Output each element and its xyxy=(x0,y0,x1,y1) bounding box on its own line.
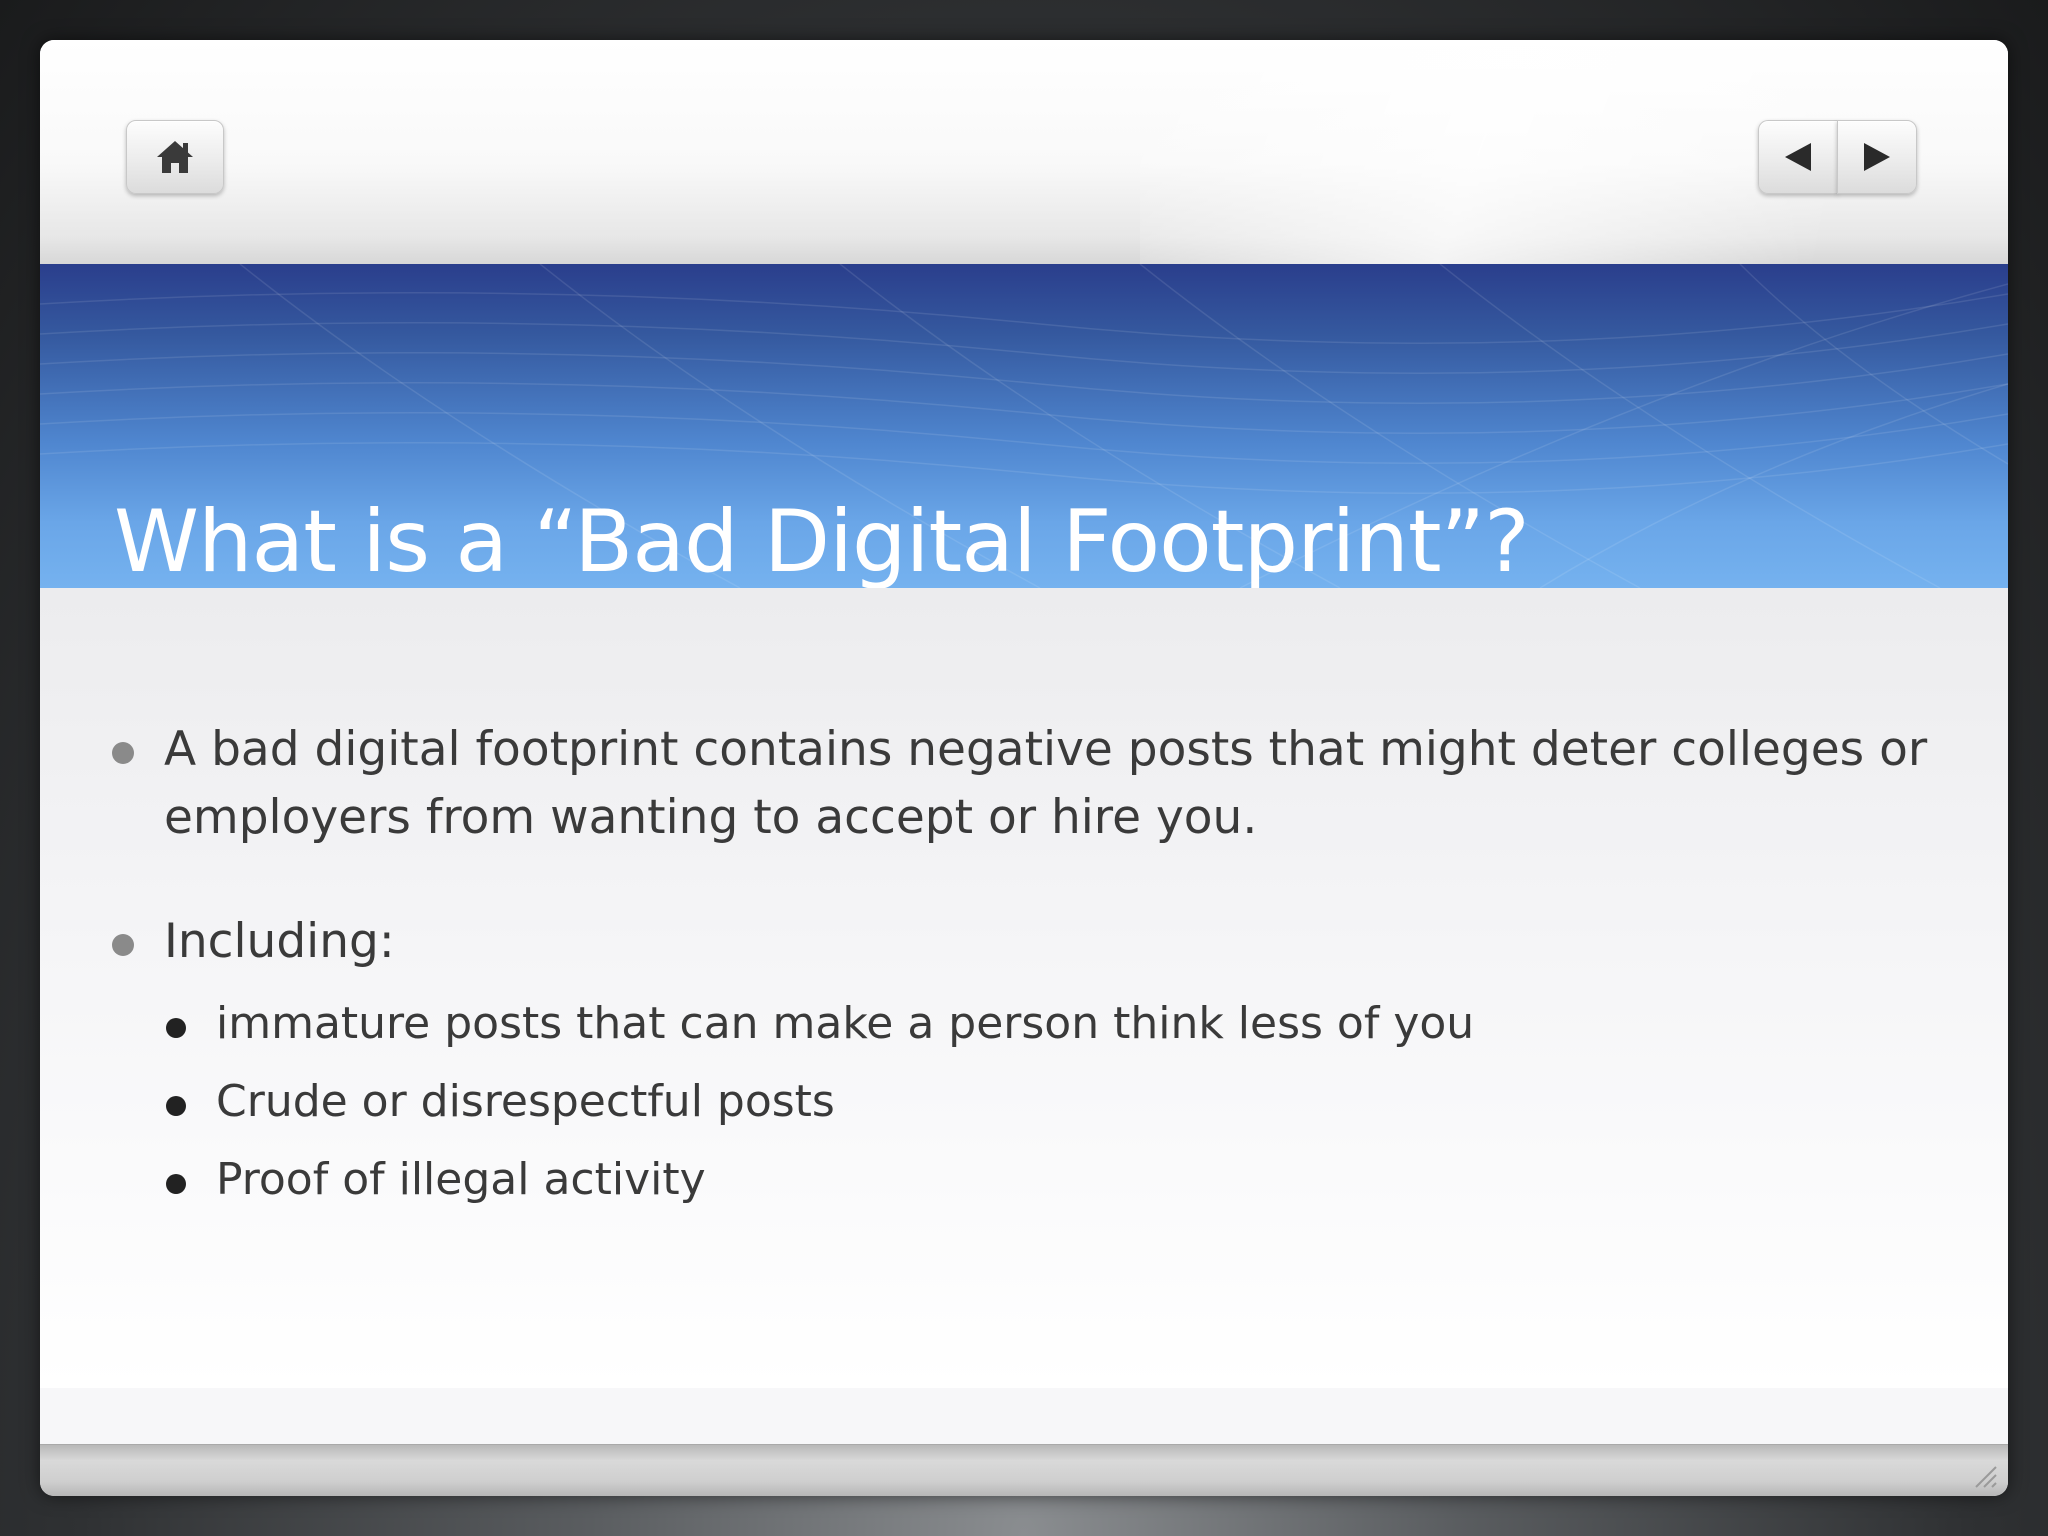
bullet-dot-icon xyxy=(112,742,134,764)
bullet-dot-icon xyxy=(166,1018,186,1038)
sub-bullet-text: immature posts that can make a person th… xyxy=(216,998,1475,1049)
sub-bullet-text: Proof of illegal activity xyxy=(216,1154,706,1205)
sub-bullet-item: Proof of illegal activity xyxy=(166,1150,1916,1210)
slide-content: A bad digital footprint contains negativ… xyxy=(40,588,2008,1388)
next-slide-button[interactable] xyxy=(1837,120,1917,194)
triangle-left-icon xyxy=(1785,143,1811,171)
previous-slide-button[interactable] xyxy=(1758,120,1838,194)
bullet-item: Including: xyxy=(112,908,1964,976)
resize-grip-icon[interactable] xyxy=(1972,1463,1998,1489)
bullet-item: A bad digital footprint contains negativ… xyxy=(112,716,1964,852)
home-button[interactable] xyxy=(126,120,224,194)
slide-title: What is a “Bad Digital Footprint”? xyxy=(114,492,1530,588)
bullet-dot-icon xyxy=(166,1096,186,1116)
bullet-text: A bad digital footprint contains negativ… xyxy=(164,722,1928,845)
sub-bullet-item: Crude or disrespectful posts xyxy=(166,1072,1916,1132)
bullet-dot-icon xyxy=(112,934,134,956)
home-icon xyxy=(157,141,193,173)
slide-bottom-bar xyxy=(40,1444,2008,1496)
bullet-dot-icon xyxy=(166,1174,186,1194)
slide-window: What is a “Bad Digital Footprint”? A bad… xyxy=(40,40,2008,1496)
sub-bullet-text: Crude or disrespectful posts xyxy=(216,1076,835,1127)
slide-top-bar xyxy=(40,40,2008,264)
title-band: What is a “Bad Digital Footprint”? xyxy=(40,264,2008,588)
bullet-text: Including: xyxy=(164,914,395,969)
triangle-right-icon xyxy=(1864,143,1890,171)
sub-bullet-item: immature posts that can make a person th… xyxy=(166,994,1916,1054)
